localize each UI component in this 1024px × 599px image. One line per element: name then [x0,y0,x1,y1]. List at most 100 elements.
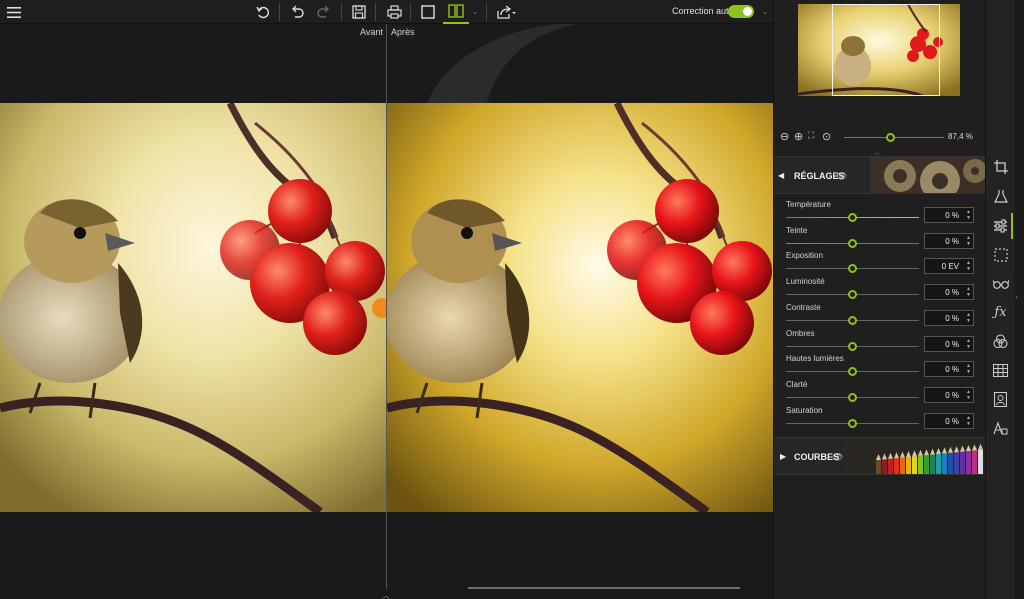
pencil-decoration [876,460,881,474]
slider-knob[interactable] [848,367,857,377]
spinner-arrows-icon[interactable]: ▲ ▼ [966,286,971,298]
pencil-decoration [894,458,899,474]
toolbar-separator [375,3,376,21]
fit-to-screen-icon[interactable]: ⛶ [808,130,814,141]
slider-knob[interactable] [848,315,857,325]
pencil-decoration [966,451,971,474]
spinner-arrows-icon[interactable]: ▲ ▼ [966,260,971,272]
spinner-arrows-icon[interactable]: ▲ ▼ [966,209,971,221]
spinner-arrows-icon[interactable]: ▲ ▼ [966,389,971,401]
adjustment-slider-row: Teinte 0 % ▲ ▼ [786,226,974,252]
adjustment-slider-row: Clarté 0 % ▲ ▼ [786,380,974,406]
slider-value: 0 EV [941,262,959,272]
adjustment-slider-row: Ombres 0 % ▲ ▼ [786,329,974,355]
slider-value-input[interactable]: 0 % ▲ ▼ [924,232,974,249]
tool-icon-bar: ƒx [985,0,1014,599]
zoom-out-icon[interactable]: ⊖ [780,130,789,143]
visibility-eye-icon[interactable]: 👁 [836,171,847,182]
zoom-value: 87,4 % [948,132,973,141]
slider-value-input[interactable]: 0 % ▲ ▼ [924,335,974,352]
pencil-decoration [954,452,959,474]
slider-value-input[interactable]: 0 % ▲ ▼ [924,386,974,403]
adjustment-slider-row: Température 0 % ▲ ▼ [786,200,974,226]
undo-icon[interactable] [287,0,307,24]
slider-value-input[interactable]: 0 % ▲ ▼ [924,412,974,429]
fx-icon[interactable]: ƒx [991,303,1010,322]
slider-knob[interactable] [848,341,857,351]
before-label: Avant [358,26,385,38]
sliders-icon[interactable] [991,216,1010,235]
toolbar-separator [410,3,411,21]
reset-icon[interactable] [253,0,273,24]
pencil-decoration [924,455,929,474]
navigator-view-frame[interactable] [832,4,940,96]
expand-triangle-icon: ▶ [780,452,787,461]
pencil-decoration [930,454,935,474]
navigator-thumbnail[interactable] [798,4,960,96]
slider-label: Clarté [786,379,808,389]
selection-icon[interactable] [991,245,1010,264]
zoom-controls: ⊖ ⊕ ⛶ ⊙ 87,4 % [780,130,980,144]
adjustment-slider-row: Contraste 0 % ▲ ▼ [786,303,974,329]
crop-icon[interactable] [991,157,1010,176]
view-mode-dropdown-icon[interactable]: ⌄ [471,0,479,24]
adjustment-slider-row: Saturation 0 % ▲ ▼ [786,406,974,432]
text-shapes-icon[interactable] [991,419,1010,438]
slider-knob[interactable] [848,238,857,248]
slider-value-input[interactable]: 0 % ▲ ▼ [924,309,974,326]
pencil-decoration [960,451,965,474]
pencil-decoration [942,453,947,474]
portrait-frame-icon[interactable] [991,390,1010,409]
slider-value-input[interactable]: 0 % ▲ ▼ [924,284,974,301]
adjustments-header[interactable]: ◀ RÉGLAGES 👁 [774,156,986,194]
pencil-decoration [882,459,887,474]
glasses-icon[interactable] [991,274,1010,293]
actual-size-icon[interactable]: ⊙ [822,130,831,143]
auto-correction-toggle[interactable] [728,5,754,18]
slider-knob[interactable] [848,418,857,428]
slider-label: Hautes lumières [786,354,844,364]
save-icon[interactable] [349,0,369,24]
split-view-icon[interactable] [443,0,469,24]
pencil-decoration [906,457,911,474]
zoom-in-icon[interactable]: ⊕ [794,130,803,143]
slider-knob[interactable] [848,392,857,402]
flask-icon[interactable] [991,186,1010,205]
pencil-decoration [936,454,941,474]
expand-panel-icon[interactable]: › [1015,292,1018,301]
slider-label: Teinte [786,225,808,235]
compare-divider[interactable] [386,24,387,589]
curves-header[interactable]: ▶ COURBES 👁 [774,437,986,475]
slider-value-input[interactable]: 0 % ▲ ▼ [924,361,974,378]
slider-knob[interactable] [848,290,857,300]
slider-knob[interactable] [848,264,857,274]
hamburger-menu-icon[interactable] [4,0,24,24]
bottom-panel-expand-icon[interactable]: ︿ [382,590,390,599]
image-canvas[interactable]: Avant Après ︿ [0,24,773,599]
spinner-arrows-icon[interactable]: ▲ ▼ [966,363,971,375]
before-image [0,103,386,512]
spinner-arrows-icon[interactable]: ▲ ▼ [966,312,971,324]
active-tool-indicator [1011,213,1013,239]
spinner-arrows-icon[interactable]: ▲ ▼ [966,338,971,350]
spinner-arrows-icon[interactable]: ▲ ▼ [966,415,971,427]
pencil-decoration [972,450,977,474]
auto-correction-dropdown-icon[interactable]: ⌄ [760,0,770,24]
redo-icon[interactable] [314,0,334,24]
slider-value-input[interactable]: 0 EV ▲ ▼ [924,258,974,275]
visibility-eye-icon[interactable]: 👁 [832,452,843,463]
slider-knob[interactable] [848,213,857,222]
print-icon[interactable] [384,0,404,24]
toolbar-separator [486,3,487,21]
horizontal-scrollbar[interactable] [468,587,740,589]
pencil-decoration [900,457,905,474]
texture-grid-icon[interactable] [991,361,1010,380]
spinner-arrows-icon[interactable]: ▲ ▼ [966,235,971,247]
color-circles-icon[interactable] [991,332,1010,351]
slider-label: Température [786,200,831,209]
single-view-icon[interactable] [418,0,438,24]
zoom-slider-knob[interactable] [886,133,895,142]
slider-value-input[interactable]: 0 % ▲ ▼ [924,207,974,223]
gears-banner [870,157,986,193]
share-icon[interactable] [493,0,519,24]
